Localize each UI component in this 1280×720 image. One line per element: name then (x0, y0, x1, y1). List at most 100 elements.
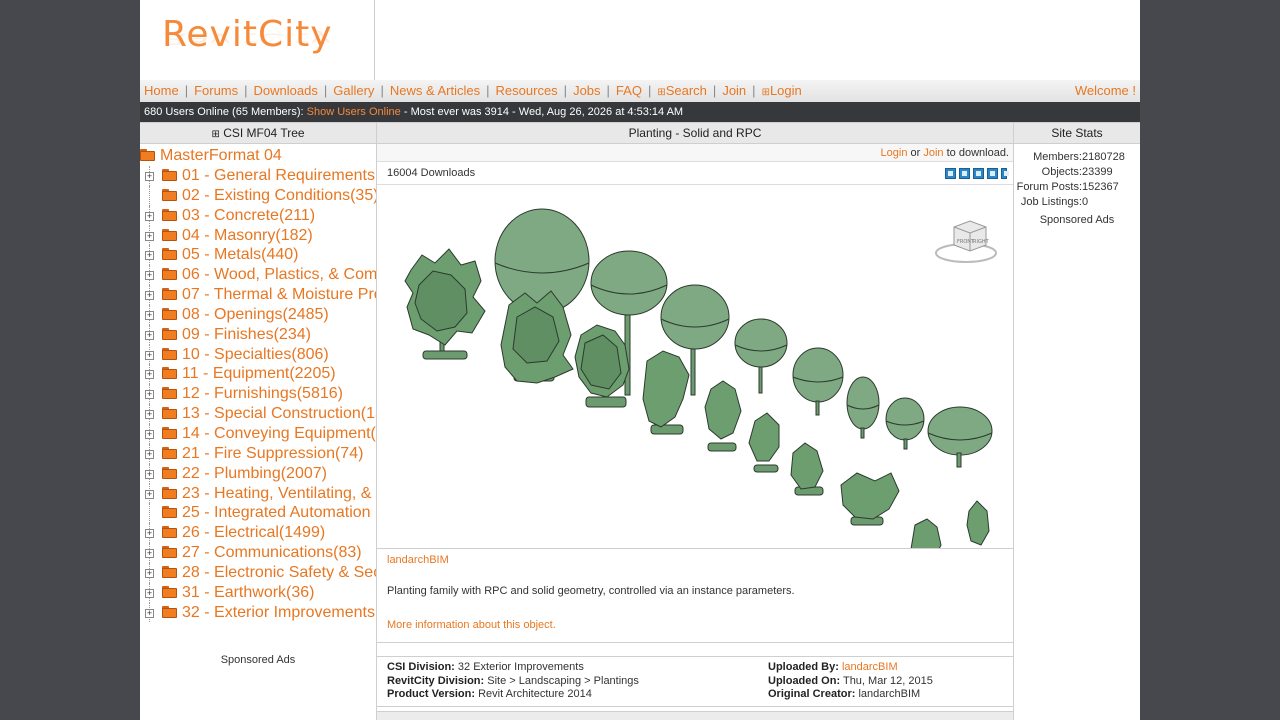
tree-item[interactable]: +08 - Openings(2485) (140, 304, 376, 325)
uploader-link[interactable]: landarcBIM (842, 661, 898, 673)
expand-plus-icon[interactable]: + (145, 231, 154, 241)
csi-tree: MasterFormat 04 +01 - General Requiremen… (140, 144, 376, 623)
expand-plus-icon[interactable]: + (145, 469, 154, 479)
tree-item-label: 09 - Finishes(234) (182, 325, 311, 343)
join-link[interactable]: Join (923, 147, 943, 159)
tree-item[interactable]: +04 - Masonry(182) (140, 225, 376, 246)
tree-item[interactable]: +07 - Thermal & Moisture Pro (140, 285, 376, 305)
nav-downloads[interactable]: Downloads (254, 83, 318, 98)
tree-item[interactable]: 02 - Existing Conditions(35) (140, 185, 376, 206)
tree-item[interactable]: +13 - Special Construction(15 (140, 404, 376, 424)
info-left-column: CSI Division: 32 Exterior Improvements R… (387, 661, 639, 700)
author-link[interactable]: landarchBIM (387, 554, 449, 566)
tree-item[interactable]: +31 - Earthwork(36) (140, 582, 376, 603)
page: RevitCity RevitCity Home | Forums | Download… (140, 0, 1140, 720)
tree-item[interactable]: +14 - Conveying Equipment( (140, 423, 376, 444)
csi-division-value: 32 Exterior Improvements (457, 661, 584, 673)
folder-icon (162, 526, 177, 539)
expand-plus-icon[interactable]: + (145, 211, 154, 221)
info-right-column: Uploaded By: landarcBIM Uploaded On: Thu… (768, 661, 933, 700)
tree-item-label: 08 - Openings(2485) (182, 305, 329, 323)
nav-gallery[interactable]: Gallery (333, 83, 374, 98)
tree-item[interactable]: +10 - Specialties(806) (140, 344, 376, 365)
tree-item[interactable]: +12 - Furnishings(5816) (140, 384, 376, 405)
expand-plus-icon[interactable]: + (145, 172, 154, 181)
tree-root[interactable]: MasterFormat 04 (140, 146, 376, 166)
tree-item[interactable]: +03 - Concrete(211) (140, 205, 376, 226)
tree-item[interactable]: +21 - Fire Suppression(74) (140, 443, 376, 464)
login-link[interactable]: Login (881, 147, 908, 159)
tree-item[interactable]: +11 - Equipment(2205) (140, 364, 376, 385)
logo-box[interactable]: RevitCity RevitCity (140, 0, 375, 80)
nav-login[interactable]: Login (770, 83, 802, 98)
folder-icon (162, 248, 177, 261)
nav-home[interactable]: Home (144, 83, 179, 98)
expand-plus-icon[interactable]: + (145, 429, 154, 439)
main-content: Planting - Solid and RPC Login or Join t… (376, 122, 1014, 720)
expand-plus-icon[interactable]: + (145, 251, 154, 261)
nav-join[interactable]: Join (722, 83, 746, 98)
tree-item[interactable]: +27 - Communications(83) (140, 543, 376, 563)
folder-icon (162, 605, 177, 618)
divider (377, 643, 1013, 657)
nav-jobs[interactable]: Jobs (573, 83, 600, 98)
expand-plus-icon[interactable]: + (145, 489, 154, 499)
tree-item[interactable]: +23 - Heating, Ventilating, & (140, 483, 376, 504)
expand-plus-icon[interactable]: + (145, 549, 154, 559)
tree-item[interactable]: +01 - General Requirements( (140, 166, 376, 186)
viewcube-icon[interactable]: FRONT RIGHT (933, 213, 999, 267)
folder-icon (162, 169, 177, 181)
product-version-value: Revit Architecture 2014 (478, 688, 592, 700)
tree-item[interactable]: +32 - Exterior Improvements (140, 602, 376, 623)
tree-item-label: 28 - Electronic Safety & Sec (182, 563, 376, 581)
nav-faq[interactable]: FAQ (616, 83, 642, 98)
tree-item[interactable]: 25 - Integrated Automation (140, 503, 376, 524)
expand-plus-icon[interactable]: + (145, 588, 154, 598)
tree-item[interactable]: +22 - Plumbing(2007) (140, 463, 376, 484)
tree-item[interactable]: +09 - Finishes(234) (140, 324, 376, 345)
expand-plus-icon[interactable]: + (145, 449, 154, 459)
tree-item[interactable]: +28 - Electronic Safety & Sec (140, 562, 376, 583)
object-info-table: CSI Division: 32 Exterior Improvements R… (377, 657, 1013, 707)
online-count: 680 Users Online (65 Members): (144, 106, 304, 118)
nav-resources[interactable]: Resources (496, 83, 558, 98)
trees-illustration (404, 208, 993, 548)
double-chevron-down-icon: ⊞ (211, 129, 220, 140)
show-users-online-link[interactable]: Show Users Online (307, 106, 401, 118)
expand-plus-icon[interactable]: + (145, 350, 154, 360)
tree-item[interactable]: +05 - Metals(440) (140, 245, 376, 266)
nav-search[interactable]: Search (666, 83, 707, 98)
csi-tree-header[interactable]: ⊞ CSI MF04 Tree (140, 122, 376, 144)
object-preview-image[interactable]: FRONT RIGHT (377, 185, 1013, 549)
tree-item-label: 07 - Thermal & Moisture Pro (182, 286, 376, 304)
upload-date-value: Thu, Mar 12, 2015 (842, 674, 933, 687)
expand-plus-icon[interactable]: + (145, 410, 154, 420)
folder-icon (162, 466, 177, 479)
expand-plus-icon[interactable]: + (145, 291, 154, 301)
expand-plus-icon[interactable]: + (145, 330, 154, 340)
expand-plus-icon[interactable]: + (145, 271, 154, 281)
most-ever-text: - Most ever was 3914 - Wed, Aug 26, 2026… (403, 106, 684, 118)
tree-item[interactable]: +06 - Wood, Plastics, & Comp (140, 265, 376, 286)
folder-icon (162, 546, 177, 559)
nav-news-articles[interactable]: News & Articles (390, 83, 480, 98)
object-title: Planting - Solid and RPC (377, 122, 1013, 144)
folder-icon (162, 288, 177, 301)
nav-forums[interactable]: Forums (194, 83, 238, 98)
tree-item-label: 25 - Integrated Automation (182, 504, 371, 522)
tree-item-label: 06 - Wood, Plastics, & Comp (182, 266, 376, 284)
more-info-link[interactable]: More information about this object. (387, 619, 556, 631)
folder-icon (162, 327, 177, 340)
expand-plus-icon[interactable]: + (145, 568, 154, 578)
welcome-link[interactable]: Welcome ! (1075, 83, 1136, 98)
tree-item[interactable]: +26 - Electrical(1499) (140, 523, 376, 544)
expand-plus-icon[interactable]: + (145, 529, 154, 539)
expand-plus-icon[interactable]: + (145, 390, 154, 400)
expand-plus-icon[interactable]: + (145, 310, 154, 320)
expand-plus-icon[interactable]: + (145, 608, 154, 618)
author-row: landarchBIM (377, 549, 1013, 571)
expand-plus-icon[interactable]: + (145, 370, 154, 380)
folder-icon (162, 387, 177, 400)
tree-item-label: 11 - Equipment(2205) (182, 365, 336, 383)
bottom-login-bar (377, 711, 1013, 720)
